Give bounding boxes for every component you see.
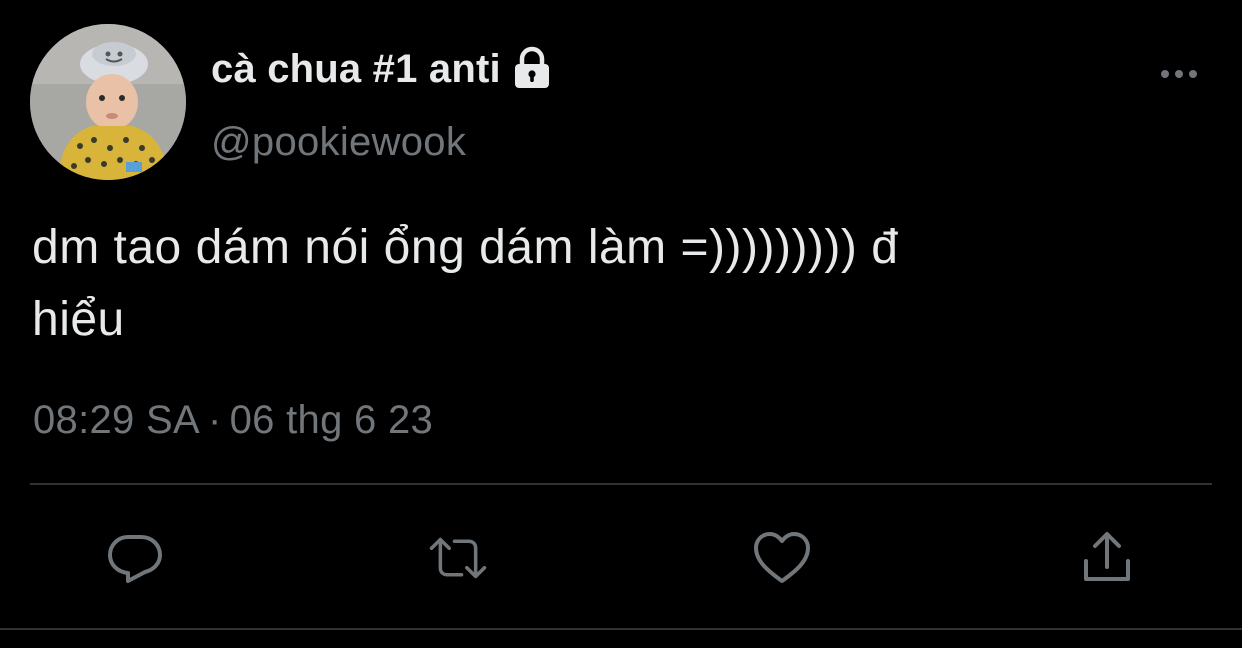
share-icon: [1084, 532, 1130, 581]
tweet-date: 06 thg 6 23: [229, 398, 434, 442]
reply-button[interactable]: [105, 528, 165, 588]
bottom-divider: [0, 628, 1242, 630]
meta-separator: ·: [207, 398, 222, 442]
reply-icon: [108, 535, 162, 583]
more-icon: [1161, 70, 1197, 78]
like-button[interactable]: [752, 528, 812, 588]
divider: [30, 483, 1212, 485]
tweet: cà chua #1 anti @pookiewook dm tao dám n…: [0, 0, 1242, 648]
display-name[interactable]: cà chua #1 anti: [211, 47, 501, 92]
retweet-icon: [429, 537, 487, 579]
tweet-timestamp[interactable]: 08:29 SA · 06 thg 6 23: [33, 398, 433, 443]
share-button[interactable]: [1077, 528, 1137, 588]
display-name-row[interactable]: cà chua #1 anti: [211, 44, 555, 94]
lock-icon: [509, 46, 555, 92]
heart-icon: [754, 532, 810, 583]
tweet-text: dm tao dám nói ổng dám làm =))))))))) đ …: [32, 221, 899, 346]
more-button[interactable]: [1152, 58, 1206, 90]
retweet-button[interactable]: [428, 528, 488, 588]
tweet-time: 08:29 SA: [33, 398, 200, 442]
user-handle[interactable]: @pookiewook: [211, 120, 466, 165]
avatar[interactable]: [30, 24, 186, 180]
